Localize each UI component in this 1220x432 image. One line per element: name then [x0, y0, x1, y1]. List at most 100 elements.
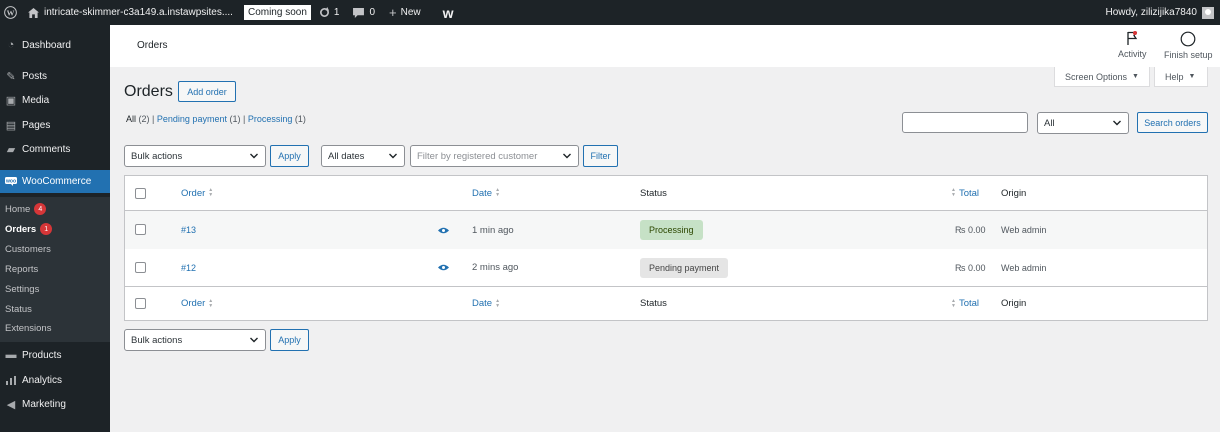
submenu-item-status[interactable]: Status	[5, 302, 32, 316]
woocommerce-header: Orders Activity Finish setup	[110, 25, 1220, 67]
sidebar-item-comments[interactable]: ▰ Comments	[0, 138, 110, 160]
view-separator: |	[152, 114, 155, 124]
bulk-actions-select[interactable]: Bulk actions	[124, 145, 266, 167]
site-name-link[interactable]: intricate-skimmer-c3a149.a.instawpsites.…	[28, 0, 311, 25]
submenu-label: Orders	[5, 223, 37, 235]
chevron-down-icon	[1113, 120, 1121, 126]
finish-setup-button[interactable]: Finish setup	[1164, 31, 1213, 60]
avatar	[1202, 6, 1214, 19]
order-number-link[interactable]: #12	[181, 249, 196, 286]
search-orders-button[interactable]: Search orders	[1137, 112, 1208, 133]
submenu-item-orders[interactable]: Orders 1	[5, 222, 53, 236]
view-pending-count: (1)	[229, 114, 241, 124]
column-total-sort[interactable]: ▲ ▼ Total	[951, 176, 979, 210]
sidebar-item-label: Pages	[22, 119, 51, 131]
chevron-down-icon	[250, 337, 258, 343]
pages-icon: ▤	[5, 119, 17, 132]
sidebar-item-media[interactable]: ▣ Media	[0, 89, 110, 111]
order-total: ₨ 0.00	[955, 262, 986, 273]
table-footer-row: Order ▲ ▼ Date ▲ ▼ Status ▲ ▼ Total Origin	[125, 287, 1207, 320]
submenu-item-customers[interactable]: Customers	[5, 242, 51, 256]
column-total-sort[interactable]: ▲ ▼ Total	[951, 287, 979, 320]
account-menu[interactable]: Howdy, zilizijika7840	[1105, 0, 1214, 25]
column-label: Order	[181, 298, 206, 309]
filter-button[interactable]: Filter	[583, 145, 618, 167]
finish-setup-label: Finish setup	[1164, 50, 1213, 60]
sidebar-item-products[interactable]: ▬ Products	[0, 344, 110, 366]
sort-arrows-icon: ▲ ▼	[495, 187, 501, 198]
select-all-checkbox[interactable]	[135, 188, 146, 199]
sort-arrows-icon: ▲ ▼	[208, 187, 214, 198]
submenu-label: Home	[5, 203, 31, 215]
sidebar-item-woocommerce[interactable]: woo WooCommerce	[0, 170, 110, 193]
column-status: Status	[640, 187, 667, 199]
orders-table: Order ▲ ▼ Date ▲ ▼ Status ▲ ▼ Total Origin …	[124, 175, 1208, 321]
apply-button[interactable]: Apply	[270, 145, 309, 167]
wordpress-logo-icon[interactable]: W	[0, 0, 20, 25]
select-value: Bulk actions	[131, 150, 183, 162]
column-label: Date	[472, 187, 493, 199]
w-logo-icon[interactable]: w	[443, 0, 454, 25]
order-origin: Web admin	[1001, 225, 1047, 235]
sidebar-item-dashboard[interactable]: ◔ Dashboard	[0, 34, 110, 56]
submenu-item-settings[interactable]: Settings	[5, 282, 39, 296]
column-label: Total	[958, 298, 980, 309]
column-label: Order	[181, 187, 206, 199]
sidebar-item-label: Analytics	[22, 374, 63, 386]
new-content-link[interactable]: + New	[389, 0, 421, 25]
megaphone-icon: ◀	[6, 398, 16, 411]
admin-sidebar: ◔ Dashboard ✎ Posts ▣ Media ▤ Pages ▰ Co…	[0, 25, 110, 432]
apply-button-bottom[interactable]: Apply	[270, 329, 309, 351]
view-pending-payment[interactable]: Pending payment	[157, 114, 227, 124]
table-row[interactable]: #12 2 mins ago Pending payment ₨ 0.00 We…	[125, 249, 1207, 287]
view-all-count: (2)	[138, 114, 150, 124]
order-total: ₨ 0.00	[955, 225, 986, 235]
column-origin: Origin	[1001, 298, 1027, 309]
sidebar-item-marketing[interactable]: ◀ Marketing	[0, 393, 110, 415]
media-icon: ▣	[5, 94, 17, 107]
column-date-sort[interactable]: Date ▲ ▼	[472, 287, 500, 320]
column-status: Status	[640, 298, 667, 309]
sidebar-item-analytics[interactable]: Analytics	[0, 369, 110, 391]
select-placeholder: Filter by registered customer	[417, 150, 538, 162]
orders-count-badge: 1	[40, 223, 53, 235]
add-order-button[interactable]: Add order	[178, 81, 236, 102]
activity-button[interactable]: Activity	[1118, 31, 1147, 59]
view-processing[interactable]: Processing	[248, 114, 293, 124]
dates-select[interactable]: All dates	[321, 145, 405, 167]
new-label: New	[400, 7, 421, 18]
column-origin: Origin	[1001, 187, 1027, 199]
customer-filter-select[interactable]: Filter by registered customer	[410, 145, 579, 167]
column-date-sort[interactable]: Date ▲ ▼	[472, 176, 500, 210]
column-order-sort[interactable]: Order ▲ ▼	[181, 176, 213, 210]
table-row[interactable]: #13 1 min ago Processing ₨ 0.00 Web admi…	[125, 211, 1207, 249]
select-value: All	[1044, 117, 1055, 129]
search-orders-input[interactable]	[902, 112, 1028, 133]
home-icon	[28, 7, 39, 18]
updates-link[interactable]: 1	[319, 0, 339, 25]
activity-label: Activity	[1118, 49, 1147, 59]
products-box-icon: ▬	[5, 349, 17, 361]
comments-link[interactable]: 0	[353, 0, 375, 25]
bulk-actions-select-bottom[interactable]: Bulk actions	[124, 329, 266, 351]
select-value: Bulk actions	[131, 334, 183, 346]
row-checkbox[interactable]	[135, 224, 146, 235]
submenu-item-extensions[interactable]: Extensions	[5, 321, 51, 335]
order-number-link[interactable]: #13	[181, 211, 196, 249]
coming-soon-badge[interactable]: Coming soon	[243, 5, 311, 20]
svg-text:woo: woo	[5, 179, 16, 185]
site-name: intricate-skimmer-c3a149.a.instawpsites.…	[44, 7, 233, 18]
sort-arrows-icon: ▲ ▼	[495, 297, 501, 309]
select-all-checkbox[interactable]	[135, 298, 146, 309]
column-order-sort[interactable]: Order ▲ ▼	[181, 287, 213, 320]
preview-eye-icon[interactable]	[438, 211, 449, 249]
search-status-select[interactable]: All	[1037, 112, 1129, 134]
sidebar-item-posts[interactable]: ✎ Posts	[0, 65, 110, 87]
preview-eye-icon[interactable]	[438, 249, 449, 286]
view-all[interactable]: All	[126, 114, 136, 124]
sidebar-item-pages[interactable]: ▤ Pages	[0, 114, 110, 136]
order-origin: Web admin	[1001, 262, 1047, 273]
submenu-item-reports[interactable]: Reports	[5, 262, 38, 276]
row-checkbox[interactable]	[135, 262, 146, 273]
submenu-item-home[interactable]: Home 4	[5, 202, 47, 216]
